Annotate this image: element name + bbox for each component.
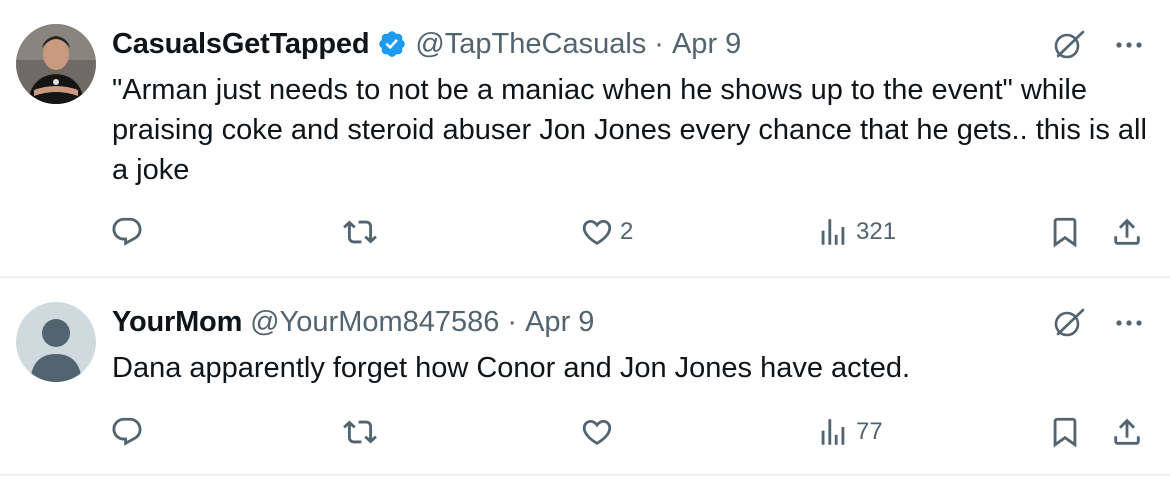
tweet-header: CasualsGetTapped @TapTheCasuals · Apr 9 bbox=[112, 26, 741, 62]
views-button[interactable]: 77 bbox=[816, 412, 883, 452]
tweet-date[interactable]: Apr 9 bbox=[672, 28, 741, 61]
avatar[interactable] bbox=[16, 302, 96, 382]
reply-button[interactable] bbox=[110, 212, 150, 252]
more-icon[interactable] bbox=[1112, 306, 1146, 340]
tweet-header: YourMom @YourMom847586 · Apr 9 bbox=[112, 304, 594, 340]
separator-dot: · bbox=[507, 305, 518, 338]
bookmark-icon bbox=[1053, 217, 1077, 248]
default-avatar-icon bbox=[16, 302, 96, 382]
bookmark-button[interactable] bbox=[1048, 412, 1082, 452]
like-button[interactable] bbox=[580, 412, 620, 452]
handle[interactable]: @YourMom847586 bbox=[250, 306, 499, 339]
like-count: 2 bbox=[620, 218, 634, 245]
tweet[interactable]: CasualsGetTapped @TapTheCasuals · Apr 9 … bbox=[0, 0, 1170, 276]
views-icon bbox=[821, 219, 845, 245]
like-button[interactable]: 2 bbox=[580, 212, 633, 252]
tweet-top-actions bbox=[1052, 306, 1146, 340]
share-button[interactable] bbox=[1110, 212, 1144, 252]
grok-icon[interactable] bbox=[1052, 306, 1086, 340]
tweet-text: "Arman just needs to not be a maniac whe… bbox=[112, 74, 1147, 186]
retweet-icon bbox=[343, 220, 377, 244]
share-button[interactable] bbox=[1110, 412, 1144, 452]
handle[interactable]: @TapTheCasuals bbox=[415, 28, 646, 61]
tweet-actions: 77 bbox=[0, 412, 1170, 452]
tweet-actions: 2 321 bbox=[0, 212, 1170, 252]
bookmark-button[interactable] bbox=[1048, 212, 1082, 252]
reply-icon bbox=[112, 217, 142, 246]
tweet-divider bbox=[0, 474, 1170, 476]
retweet-icon bbox=[343, 420, 377, 444]
views-count: 77 bbox=[856, 418, 883, 445]
views-icon bbox=[821, 419, 845, 445]
tweet-top-actions bbox=[1052, 28, 1146, 62]
display-name[interactable]: CasualsGetTapped bbox=[112, 28, 370, 61]
verified-badge-icon[interactable] bbox=[377, 29, 407, 59]
separator-dot: · bbox=[654, 27, 664, 60]
tweet[interactable]: YourMom @YourMom847586 · Apr 9 Dana appa… bbox=[0, 278, 1170, 474]
tweet-date[interactable]: Apr 9 bbox=[525, 306, 594, 339]
tweet-text: Dana apparently forget how Conor and Jon… bbox=[112, 352, 911, 384]
reply-icon bbox=[112, 417, 142, 446]
display-name[interactable]: YourMom bbox=[112, 306, 242, 339]
grok-icon[interactable] bbox=[1052, 28, 1086, 62]
retweet-button[interactable] bbox=[343, 212, 383, 252]
reply-button[interactable] bbox=[110, 412, 150, 452]
share-icon bbox=[1114, 218, 1140, 245]
views-button[interactable]: 321 bbox=[816, 212, 896, 252]
avatar[interactable] bbox=[16, 24, 96, 104]
share-icon bbox=[1114, 418, 1140, 445]
heart-icon bbox=[582, 219, 612, 245]
views-count: 321 bbox=[856, 218, 897, 245]
bookmark-icon bbox=[1053, 417, 1077, 448]
heart-icon bbox=[582, 419, 612, 445]
profile-photo-icon bbox=[16, 24, 96, 104]
more-icon[interactable] bbox=[1112, 28, 1146, 62]
retweet-button[interactable] bbox=[343, 412, 383, 452]
